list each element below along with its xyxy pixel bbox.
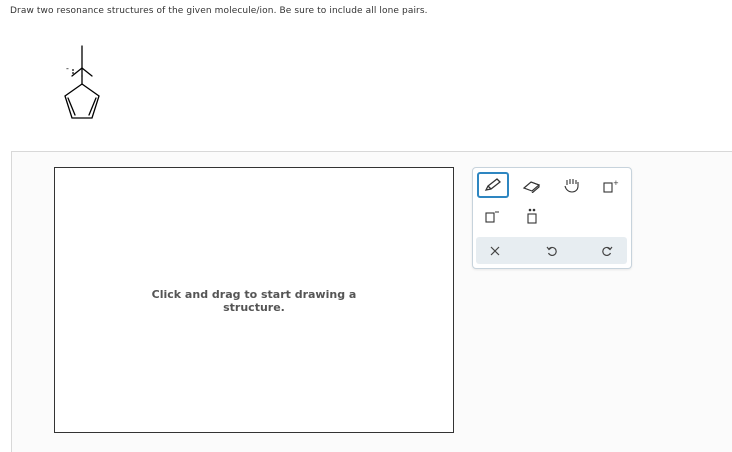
canvas-hint-line: structure.: [223, 301, 285, 314]
hand-tool-button[interactable]: [559, 174, 585, 196]
lone-pair-dot: [72, 69, 74, 71]
canvas-hint: Click and drag to start drawing a struct…: [55, 288, 453, 314]
undo-button[interactable]: [540, 240, 564, 261]
eraser-icon: [522, 181, 541, 193]
redo-button[interactable]: [595, 240, 619, 261]
question-text: Draw two resonance structures of the giv…: [10, 6, 428, 16]
svg-text:+: +: [613, 179, 619, 187]
ring: [64, 83, 100, 119]
positive-charge-tool-button[interactable]: +: [597, 176, 623, 196]
action-bar: [476, 237, 627, 264]
negative-charge-icon: [485, 211, 499, 223]
molecule-structure: -: [64, 45, 100, 119]
hand-icon: [564, 179, 579, 193]
undo-icon: [546, 246, 557, 256]
pencil-icon: [484, 178, 501, 191]
drawing-toolbar: +: [472, 167, 632, 269]
double-bond-line: [67, 97, 76, 116]
drawing-canvas[interactable]: Click and drag to start drawing a struct…: [54, 167, 454, 433]
redo-icon: [602, 246, 613, 256]
negative-charge-tool-button[interactable]: [479, 206, 505, 226]
lone-pair-icon: [527, 208, 537, 224]
eraser-tool-button[interactable]: [519, 176, 545, 196]
clear-button[interactable]: [483, 240, 507, 261]
charge-label: -: [66, 64, 69, 73]
lone-pair-tool-button[interactable]: [519, 205, 545, 227]
double-bond-line: [88, 97, 97, 116]
bond-line: [81, 67, 93, 77]
pencil-tool-button[interactable]: [477, 172, 509, 198]
canvas-hint-line: Click and drag to start drawing a: [151, 288, 357, 301]
lone-pair-dot: [72, 72, 74, 74]
clear-icon: [490, 246, 500, 255]
positive-charge-icon: +: [603, 179, 619, 193]
bond-line: [71, 67, 83, 77]
